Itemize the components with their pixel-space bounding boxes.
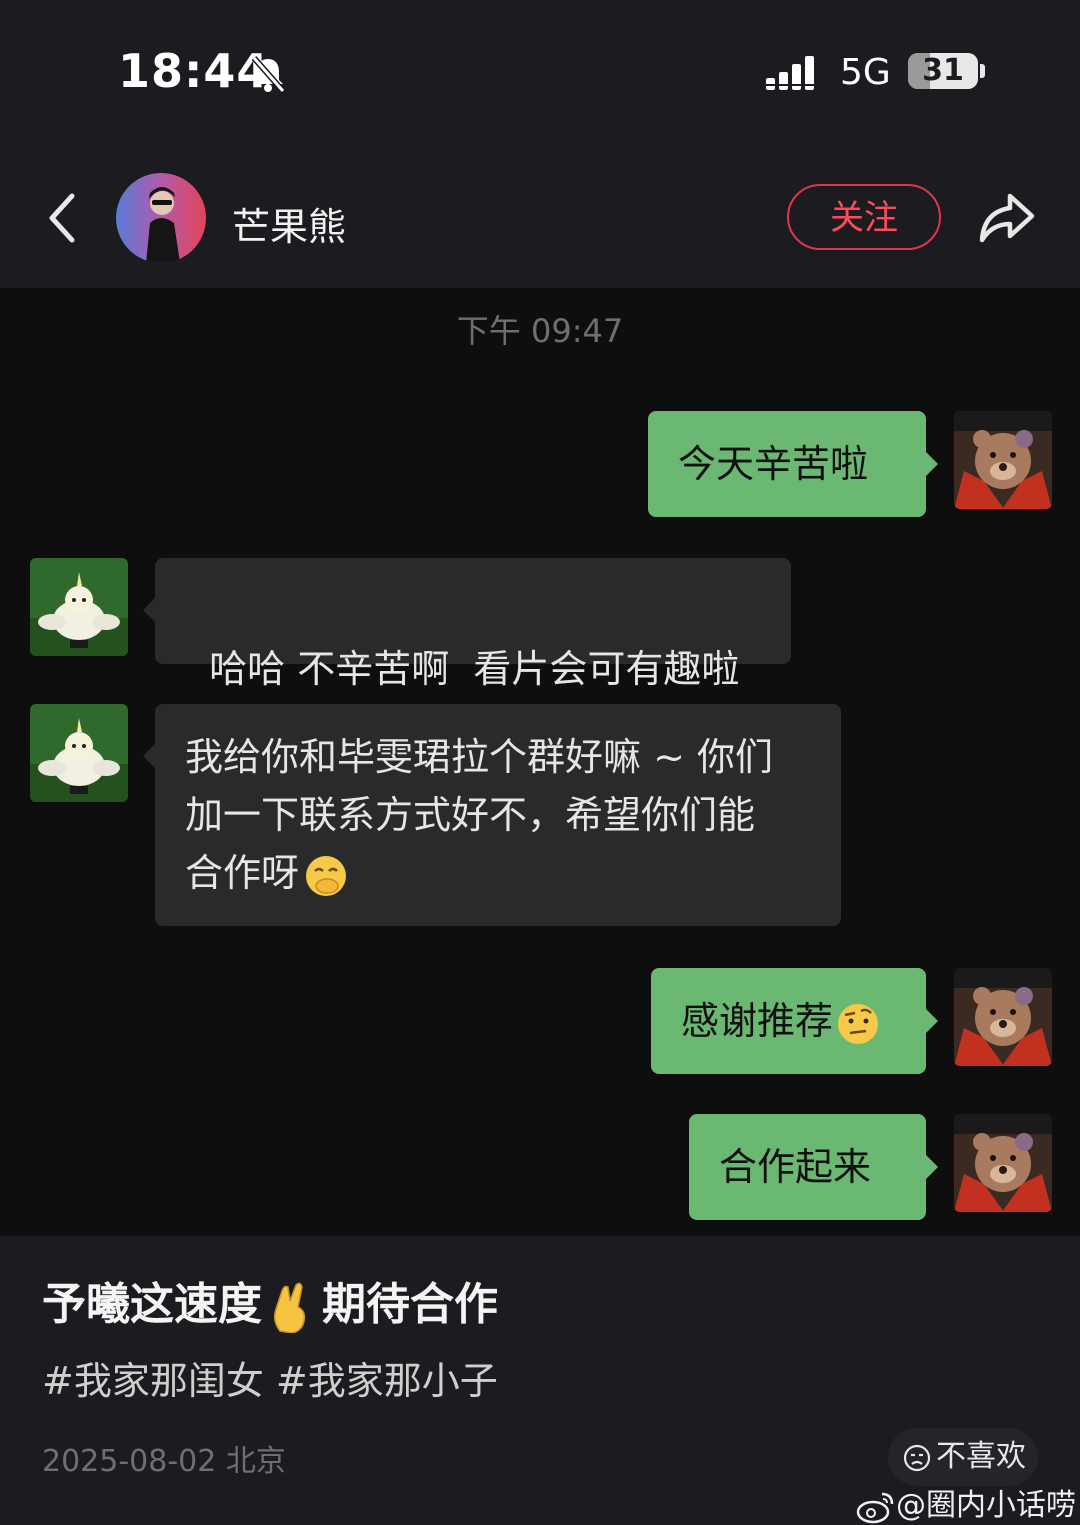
caption-text: 期待合作 xyxy=(322,1279,498,1330)
contact-name: 芒果熊 xyxy=(232,205,347,249)
contact-avatar[interactable] xyxy=(116,173,206,263)
my-avatar[interactable] xyxy=(954,968,1052,1066)
message-text: 合作呀 xyxy=(185,851,300,895)
weibo-logo-icon xyxy=(856,1492,894,1523)
battery-tip xyxy=(980,64,985,78)
my-avatar[interactable] xyxy=(954,411,1052,509)
hand-over-mouth-emoji xyxy=(306,855,347,896)
watermark-text: @圈内小话唠 xyxy=(896,1488,1076,1523)
bell-muted-icon xyxy=(251,56,286,93)
battery-level: 31 xyxy=(922,53,964,88)
chat-timestamp: 下午 09:47 xyxy=(456,312,624,350)
dislike-label: 不喜欢 xyxy=(936,1439,1026,1474)
dislike-button[interactable]: 不喜欢 xyxy=(888,1428,1038,1486)
network-type: 5G xyxy=(840,52,891,93)
status-time: 18:44 xyxy=(118,44,270,98)
dislike-face-icon xyxy=(903,1444,931,1471)
hashtags[interactable]: #我家那闺女 #我家那小子 xyxy=(42,1350,498,1405)
signal-icon xyxy=(766,56,814,90)
message-bubble-received[interactable]: 我给你和毕雯珺拉个群好嘛 ~ 你们 加一下联系方式好不，希望你们能 合作呀 xyxy=(155,704,841,926)
follow-button[interactable]: 关注 xyxy=(787,184,941,250)
post-caption: 予曦这速度 期待合作 xyxy=(42,1268,498,1333)
sender-avatar[interactable] xyxy=(30,558,128,656)
message-text: 感谢推荐 xyxy=(681,999,834,1043)
watermark: @圈内小话唠 xyxy=(856,1480,1076,1524)
bubble-tail xyxy=(926,1009,938,1033)
post-date-location: 2025-08-02 北京 xyxy=(42,1444,286,1479)
back-icon[interactable] xyxy=(40,188,84,248)
message-text-line: 加一下联系方式好不，希望你们能 xyxy=(185,793,756,837)
message-bubble-received[interactable]: 哈哈 不辛苦啊 看片会可有趣啦 xyxy=(155,558,791,691)
message-text: 今天辛苦啦 xyxy=(678,442,869,486)
message-text: 哈哈 不辛苦啊 看片会可有趣啦 xyxy=(209,647,740,691)
raised-eyebrow-emoji xyxy=(838,1003,879,1044)
my-avatar[interactable] xyxy=(954,1114,1052,1212)
message-text-line: 我给你和毕雯珺拉个群好嘛 ~ 你们 xyxy=(185,735,773,779)
message-text: 合作起来 xyxy=(719,1145,872,1189)
message-bubble-sent[interactable]: 合作起来 xyxy=(689,1114,926,1220)
message-text-line: 合作呀 xyxy=(185,844,811,902)
bubble-tail xyxy=(926,452,938,476)
caption-text: 予曦这速度 xyxy=(42,1279,262,1330)
bubble-tail xyxy=(926,1155,938,1179)
crossed-fingers-emoji xyxy=(273,1282,306,1333)
share-icon[interactable] xyxy=(976,188,1038,246)
bubble-tail xyxy=(143,598,155,622)
sender-avatar[interactable] xyxy=(30,704,128,802)
message-bubble-sent[interactable]: 今天辛苦啦 xyxy=(648,411,926,517)
message-bubble-sent[interactable]: 感谢推荐 xyxy=(651,968,926,1074)
bubble-tail xyxy=(143,744,155,768)
battery-indicator: 31 xyxy=(908,53,978,89)
